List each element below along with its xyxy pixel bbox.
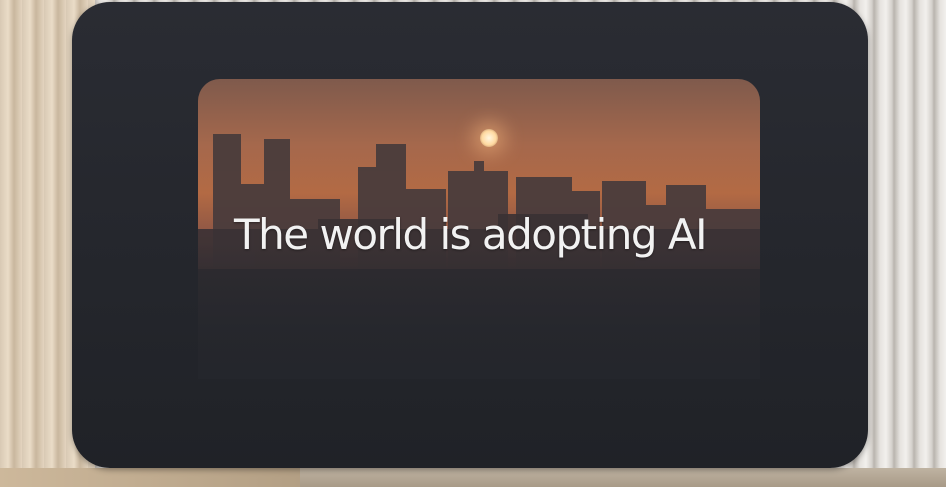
scene: The world is adopting AI [0, 0, 946, 487]
slide-caption: The world is adopting AI [234, 210, 708, 259]
floor-wood [0, 468, 300, 487]
display-screen: The world is adopting AI [72, 2, 868, 468]
